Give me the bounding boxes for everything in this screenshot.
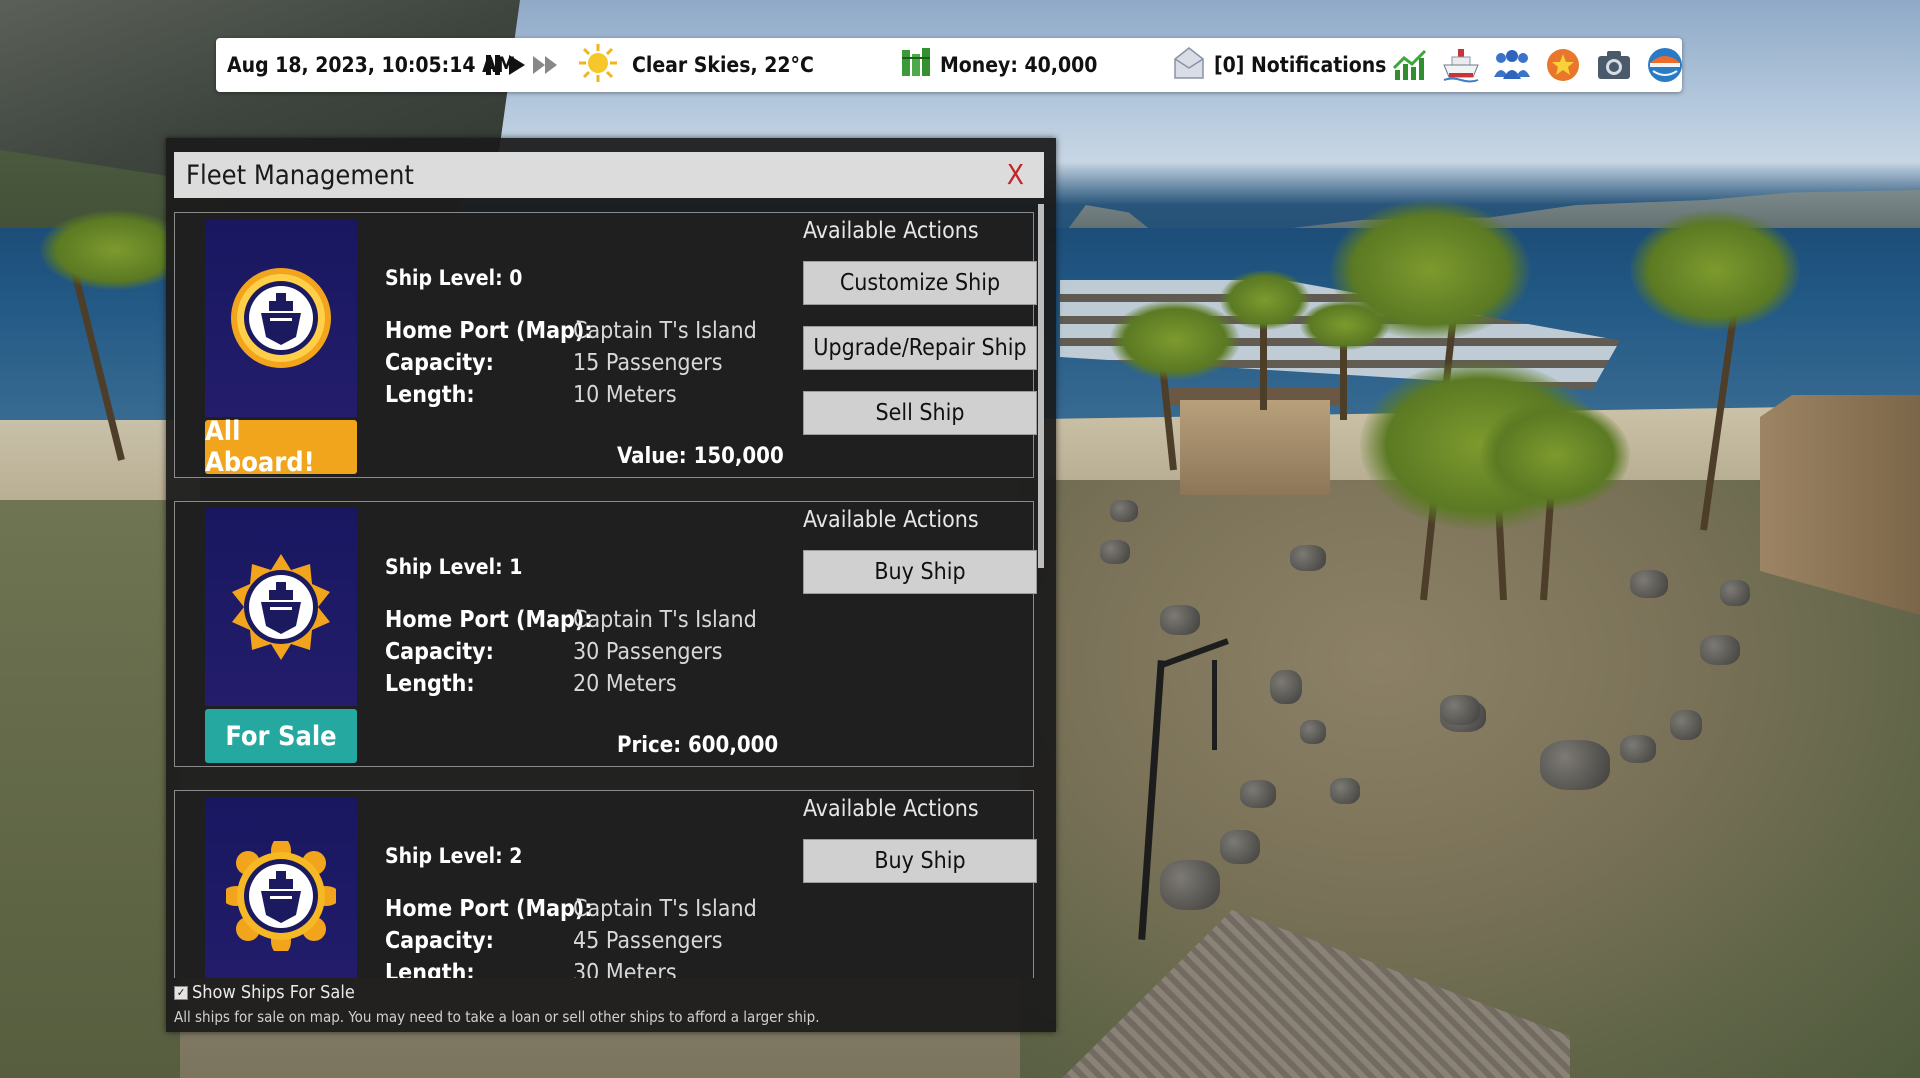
top-status-bar: Aug 18, 2023, 10:05:14 AM Clear Skies, 2… <box>216 38 1682 92</box>
ship-price: Price: 600,000 <box>617 733 779 758</box>
money-icon <box>900 46 934 85</box>
ship-level-1-emblem-icon <box>232 554 330 660</box>
show-ships-for-sale-checkbox[interactable]: ✓ <box>174 985 188 1000</box>
rock <box>1290 545 1326 571</box>
fast-forward-icon[interactable] <box>532 53 558 77</box>
rock <box>1240 780 1276 808</box>
rock <box>1540 740 1610 790</box>
available-actions-heading: Available Actions <box>803 507 979 533</box>
customize-ship-button[interactable]: Customize Ship <box>803 261 1037 305</box>
panel-title: Fleet Management <box>186 159 414 191</box>
palm-tree <box>1110 300 1240 380</box>
capacity-value: 45 Passengers <box>573 928 723 954</box>
rock <box>1720 580 1750 606</box>
length-value: 10 Meters <box>573 382 677 408</box>
length-value: 30 Meters <box>573 960 677 978</box>
notifications-text: [0] Notifications <box>1214 53 1387 77</box>
ship-card: All Aboard! Ship Level: 0 Home Port (Map… <box>174 212 1037 478</box>
upgrade-repair-ship-button[interactable]: Upgrade/Repair Ship <box>803 326 1037 370</box>
palm-tree <box>1300 300 1390 350</box>
rock <box>1100 540 1130 564</box>
home-port-value: Captain T's Island <box>573 318 757 344</box>
rock <box>1630 570 1668 598</box>
ship-level: Ship Level: 2 <box>385 844 523 868</box>
capacity-label: Capacity: <box>385 350 494 376</box>
pause-icon[interactable] <box>484 53 502 77</box>
crew-icon[interactable] <box>1493 46 1531 84</box>
captain-icon[interactable] <box>1646 46 1684 84</box>
money-display: Money: 40,000 <box>900 38 1097 92</box>
capacity-value: 30 Passengers <box>573 639 723 665</box>
length-label: Length: <box>385 671 475 697</box>
ship-badge: All Aboard! <box>205 219 357 478</box>
ship-level: Ship Level: 0 <box>385 266 523 290</box>
cruise-ship-icon[interactable] <box>1442 46 1480 84</box>
stats-chart-icon[interactable] <box>1391 46 1429 84</box>
status-badge[interactable]: For Sale <box>205 709 357 763</box>
sell-ship-button[interactable]: Sell Ship <box>803 391 1037 435</box>
capacity-value: 15 Passengers <box>573 350 723 376</box>
available-actions-heading: Available Actions <box>803 218 979 244</box>
sun-icon <box>578 43 618 88</box>
star-badge-icon[interactable] <box>1544 46 1582 84</box>
ship-level-0-emblem-icon <box>231 268 331 368</box>
buy-ship-button[interactable]: Buy Ship <box>803 550 1037 594</box>
home-port-label: Home Port (Map): <box>385 896 593 922</box>
envelope-icon <box>1174 46 1204 84</box>
camera-icon[interactable] <box>1595 46 1633 84</box>
money-text: Money: 40,000 <box>940 53 1098 77</box>
rock <box>1110 500 1138 522</box>
home-port-label: Home Port (Map): <box>385 607 593 633</box>
fleet-management-panel: Fleet Management X All Aboard! Ship Leve… <box>166 138 1056 1032</box>
terminal-building <box>1180 400 1330 495</box>
show-ships-for-sale-label: Show Ships For Sale <box>192 982 355 1003</box>
weather-display: Clear Skies, 22°C <box>578 38 814 92</box>
game-datetime: Aug 18, 2023, 10:05:14 AM <box>227 53 516 77</box>
rock <box>1300 720 1326 744</box>
home-port-value: Captain T's Island <box>573 896 757 922</box>
length-value: 20 Meters <box>573 671 677 697</box>
ship-list: All Aboard! Ship Level: 0 Home Port (Map… <box>172 210 1048 978</box>
length-label: Length: <box>385 960 475 978</box>
available-actions-heading: Available Actions <box>803 796 979 822</box>
capacity-label: Capacity: <box>385 928 494 954</box>
street-lamp <box>1212 660 1217 750</box>
buy-ship-button[interactable]: Buy Ship <box>803 839 1037 883</box>
close-button[interactable]: X <box>1007 158 1024 191</box>
rock <box>1160 605 1200 635</box>
capacity-label: Capacity: <box>385 639 494 665</box>
ship-badge <box>205 797 357 978</box>
length-label: Length: <box>385 382 475 408</box>
ship-card: For Sale Ship Level: 1 Home Port (Map): … <box>174 501 1037 767</box>
panel-title-bar: Fleet Management X <box>174 152 1044 198</box>
ship-badge: For Sale <box>205 508 357 764</box>
rock <box>1270 670 1302 704</box>
home-port-value: Captain T's Island <box>573 607 757 633</box>
rock <box>1220 830 1260 864</box>
hud-menu-icons <box>1391 38 1684 92</box>
rock <box>1700 635 1740 665</box>
footer-hint: All ships for sale on map. You may need … <box>174 1008 820 1026</box>
show-ships-for-sale-toggle[interactable]: ✓ Show Ships For Sale <box>174 982 355 1003</box>
rock <box>1160 860 1220 910</box>
rock <box>1620 735 1656 763</box>
rock <box>1440 695 1480 725</box>
palm-tree <box>1220 270 1310 330</box>
home-port-label: Home Port (Map): <box>385 318 593 344</box>
play-icon[interactable] <box>508 53 526 77</box>
ship-level-2-emblem-icon <box>226 841 336 951</box>
palm-tree <box>1480 400 1630 510</box>
time-controls <box>484 38 558 92</box>
island-ground <box>0 500 180 1078</box>
weather-text: Clear Skies, 22°C <box>632 53 814 77</box>
ship-value: Value: 150,000 <box>617 444 784 469</box>
ship-level: Ship Level: 1 <box>385 555 523 579</box>
ship-card: Ship Level: 2 Home Port (Map): Captain T… <box>174 790 1037 978</box>
rock <box>1670 710 1702 740</box>
palm-tree <box>1630 210 1800 330</box>
status-badge[interactable]: All Aboard! <box>205 416 357 478</box>
rock <box>1330 778 1360 804</box>
notifications-button[interactable]: [0] Notifications <box>1174 38 1386 92</box>
